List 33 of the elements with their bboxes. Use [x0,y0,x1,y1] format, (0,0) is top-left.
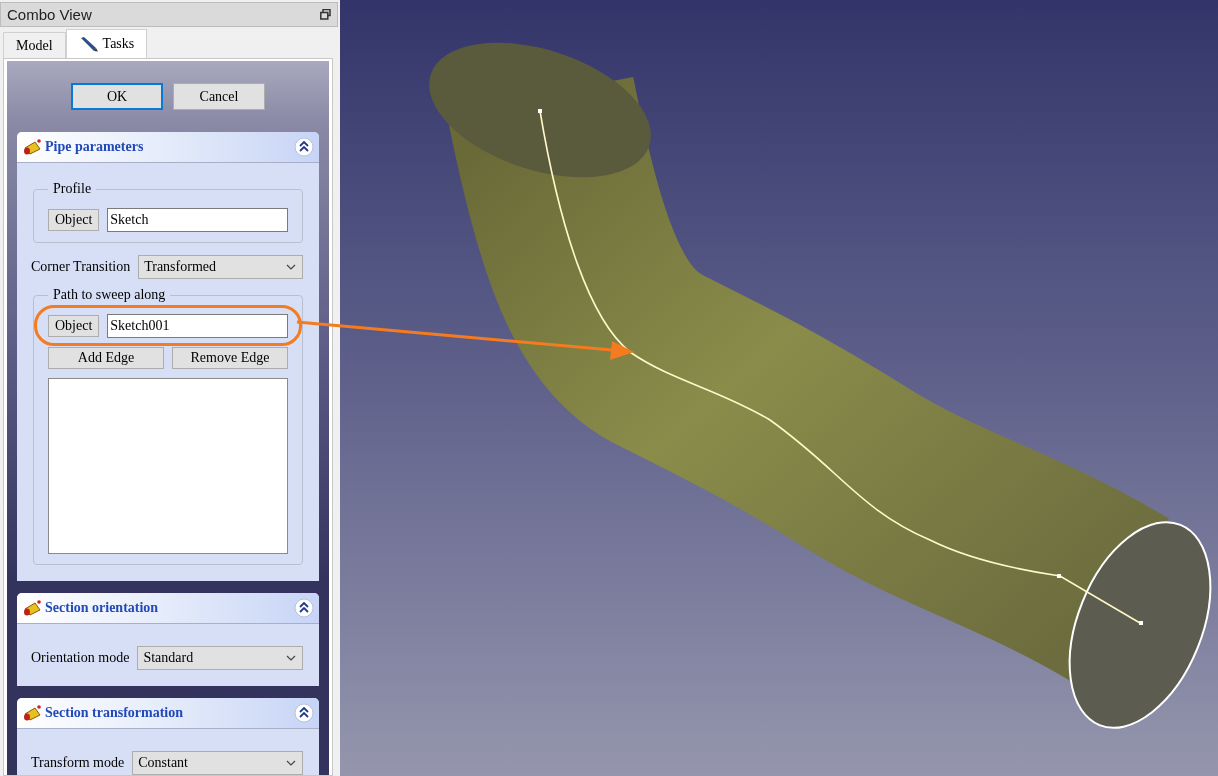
tab[interactable]: Model [3,32,66,58]
cancel-button[interactable]: Cancel [173,83,265,110]
collapse-icon[interactable] [294,703,314,723]
panel-title: Combo View [7,6,92,23]
collapse-icon[interactable] [294,598,314,618]
object-field[interactable]: Sketch001 [107,314,288,338]
add-edge-button[interactable]: Add Edge [48,347,164,369]
pipe-icon [23,598,43,618]
3d-viewport[interactable] [340,0,1218,776]
chevron-down-icon [286,264,296,270]
dropdown[interactable]: Constant [132,751,303,775]
task-box-title: Section transformation [45,705,185,721]
float-window-icon[interactable] [320,9,331,20]
dropdown[interactable]: Standard [137,646,303,670]
remove-edge-button[interactable]: Remove Edge [172,347,288,369]
field-label: Transform mode [31,755,125,771]
pipe-model-drawing[interactable] [429,42,1212,729]
pipe-icon [23,137,43,157]
chevron-down-icon [286,760,296,766]
object-button[interactable]: Object [48,209,100,231]
ok-button[interactable]: OK [71,83,163,110]
tab[interactable]: Tasks [65,29,148,58]
pipe-icon [23,703,43,723]
object-button[interactable]: Object [48,315,100,337]
collapse-icon[interactable] [294,137,314,157]
group-title: Path to sweep along [48,287,171,303]
task-box-title: Pipe parameters [45,139,145,155]
object-field[interactable]: Sketch [107,208,288,232]
task-box-title: Section orientation [45,600,160,616]
dropdown[interactable]: Transformed [138,255,303,279]
chevron-down-icon [286,655,296,661]
field-label: Orientation mode [31,650,130,666]
field-label: Corner Transition [31,259,131,275]
